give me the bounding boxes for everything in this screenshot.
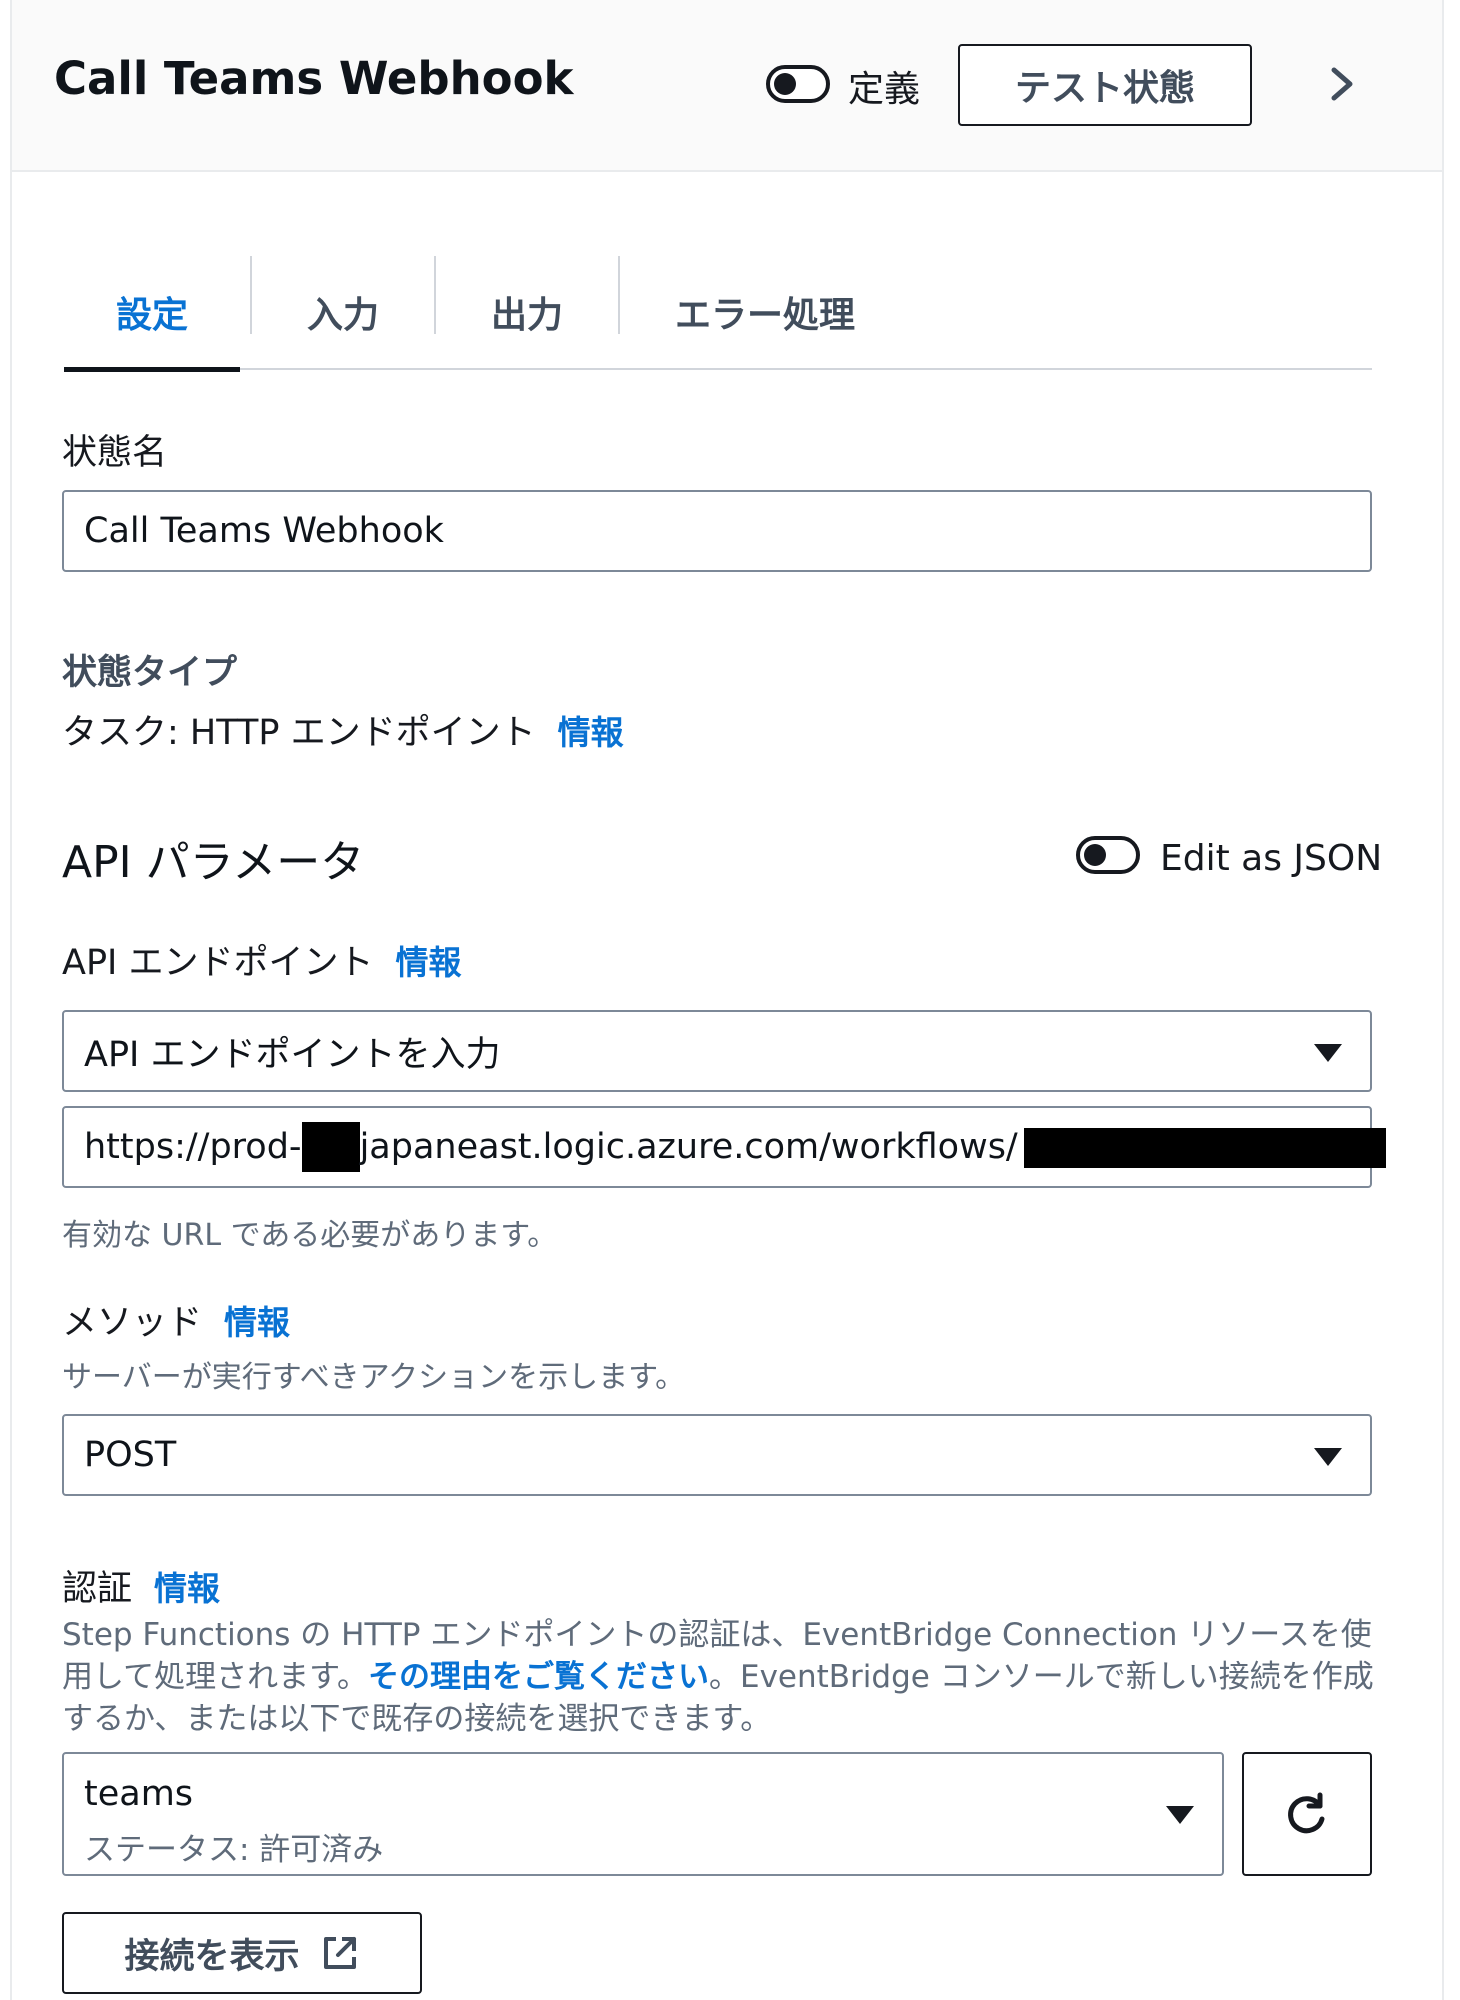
auth-info-link[interactable]: 情報 (154, 1569, 220, 1608)
auth-description: Step Functions の HTTP エンドポイントの認証は、EventB… (62, 1617, 1374, 1737)
edit-as-json-toggle[interactable] (1076, 836, 1140, 874)
state-title: Call Teams Webhook (54, 52, 574, 105)
refresh-icon (1288, 1792, 1325, 1834)
tab-bar: 設定 入力 出力 エラー処理 (64, 256, 1372, 372)
api-endpoint-hint: 有効な URL である必要があります。 (62, 1218, 558, 1253)
state-type-info-link[interactable]: 情報 (558, 713, 624, 752)
state-config-panel: Call Teams Webhook 定義 テスト状態 設定 入力 出力 エラー… (10, 0, 1444, 2000)
api-endpoint-url-input[interactable]: https://prod- japaneast.logic.azure.com/… (62, 1106, 1386, 1188)
chevron-right-icon[interactable] (1322, 64, 1362, 104)
state-type-label: 状態タイプ (62, 653, 238, 693)
tab-output[interactable]: 出力 (436, 256, 618, 368)
tab-input[interactable]: 入力 (252, 256, 434, 368)
api-endpoint-select[interactable]: API エンドポイントを入力 (62, 1010, 1372, 1092)
state-type-value: タスク: HTTP エンドポイント 情報 (62, 713, 624, 753)
api-endpoint-label: API エンドポイント 情報 (62, 943, 462, 983)
api-parameters-heading: API パラメータ (62, 837, 365, 888)
edit-as-json-label: Edit as JSON (1160, 838, 1383, 879)
redacted-block (301, 1122, 360, 1172)
caret-down-icon (1314, 1448, 1342, 1466)
definition-toggle-label: 定義 (848, 69, 921, 110)
caret-down-icon (1314, 1044, 1342, 1062)
auth-label: 認証 情報 (62, 1569, 221, 1609)
api-endpoint-info-link[interactable]: 情報 (396, 943, 462, 982)
connection-status: ステータス: 許可済み (84, 1832, 384, 1868)
method-select[interactable]: POST (62, 1414, 1372, 1496)
method-hint: サーバーが実行すべきアクションを示します。 (62, 1360, 686, 1395)
state-name-input[interactable]: Call Teams Webhook (62, 490, 1372, 572)
method-info-link[interactable]: 情報 (224, 1303, 290, 1342)
connection-name: teams (84, 1774, 194, 1814)
state-name-label: 状態名 (62, 433, 168, 473)
refresh-connections-button[interactable] (1242, 1752, 1372, 1876)
caret-down-icon (1166, 1806, 1194, 1824)
tab-error-handling[interactable]: エラー処理 (620, 256, 910, 368)
panel-header: Call Teams Webhook 定義 テスト状態 (12, 0, 1442, 172)
view-connection-button[interactable]: 接続を表示 (62, 1912, 422, 1994)
method-label: メソッド 情報 (62, 1303, 291, 1343)
definition-toggle[interactable] (766, 65, 830, 103)
redacted-block (1024, 1128, 1386, 1168)
external-link-icon (323, 1937, 356, 1969)
active-tab-indicator (64, 367, 240, 372)
test-state-button[interactable]: テスト状態 (958, 44, 1252, 126)
tab-settings[interactable]: 設定 (64, 256, 240, 368)
connection-select[interactable]: teams ステータス: 許可済み (62, 1752, 1224, 1876)
learn-why-link[interactable]: その理由をご覧ください (368, 1659, 709, 1695)
